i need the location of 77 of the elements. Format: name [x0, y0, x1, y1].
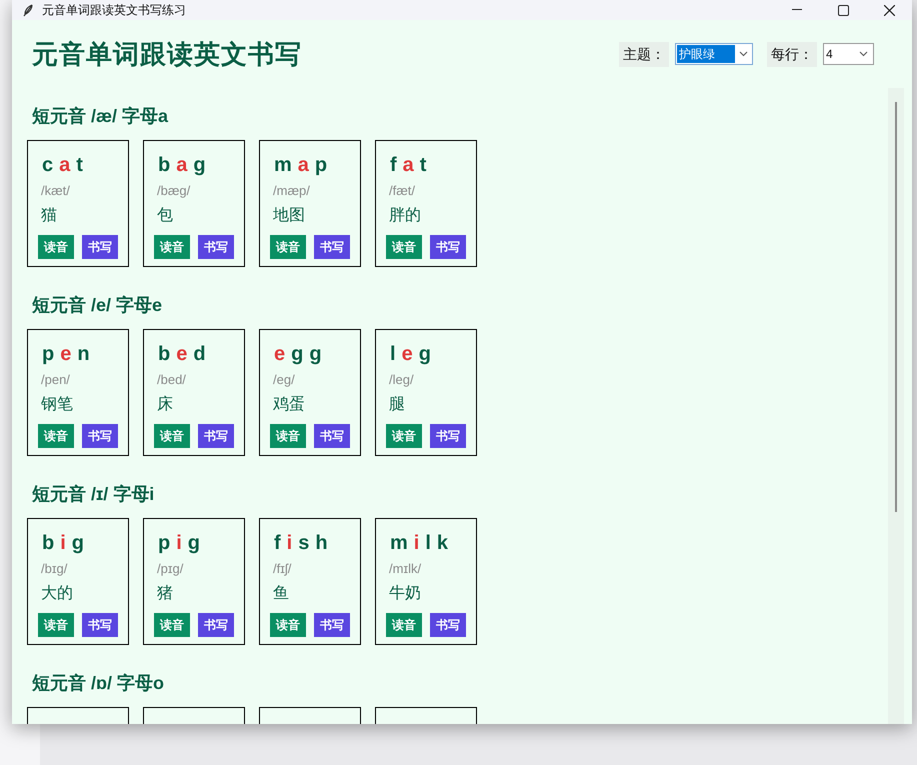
write-button[interactable]: 书写 — [82, 424, 118, 448]
per-row-dropdown[interactable]: 4 — [823, 43, 874, 65]
read-button[interactable]: 读音 — [270, 235, 306, 259]
write-button[interactable]: 书写 — [198, 235, 234, 259]
phonetic: /leg/ — [389, 371, 414, 389]
minimize-icon — [792, 9, 802, 11]
phonetic: /fæt/ — [389, 182, 416, 200]
theme-dropdown[interactable]: 护眼绿 — [675, 43, 753, 65]
read-button[interactable]: 读音 — [386, 424, 422, 448]
write-button[interactable]: 书写 — [82, 613, 118, 637]
word: f i s h — [274, 531, 328, 555]
word: f a t — [390, 153, 426, 177]
word: c a t — [42, 153, 83, 177]
meaning: 地图 — [273, 206, 305, 226]
word: b a g — [158, 153, 206, 177]
meaning: 大的 — [41, 584, 73, 604]
word: b e d — [158, 342, 206, 366]
read-button[interactable]: 读音 — [386, 613, 422, 637]
meaning: 鱼 — [273, 584, 289, 604]
phonetic: /pɪg/ — [157, 560, 184, 578]
write-button[interactable]: 书写 — [314, 613, 350, 637]
maximize-icon — [838, 4, 848, 16]
word: b i g — [42, 531, 84, 555]
meaning: 腿 — [389, 394, 405, 414]
phonetic: /pen/ — [41, 371, 70, 389]
read-button[interactable]: 读音 — [386, 235, 422, 259]
theme-label: 主题： — [619, 42, 669, 66]
section-heading: 短元音 /ɒ/ 字母o — [32, 672, 164, 695]
meaning: 猪 — [157, 584, 173, 604]
write-button[interactable]: 书写 — [430, 613, 466, 637]
read-button[interactable]: 读音 — [154, 424, 190, 448]
phonetic: /mæp/ — [273, 182, 310, 200]
write-button[interactable]: 书写 — [314, 235, 350, 259]
meaning: 牛奶 — [389, 584, 421, 604]
read-button[interactable]: 读音 — [38, 424, 74, 448]
chevron-down-icon — [859, 51, 868, 57]
read-button[interactable]: 读音 — [270, 613, 306, 637]
word: p e n — [42, 342, 90, 366]
meaning: 包 — [157, 206, 173, 226]
chevron-down-icon — [739, 51, 748, 57]
word: e g g — [274, 342, 322, 366]
meaning: 猫 — [41, 206, 57, 226]
read-button[interactable]: 读音 — [154, 235, 190, 259]
write-button[interactable]: 书写 — [82, 235, 118, 259]
word: m i l k — [390, 531, 448, 555]
phonetic: /kæt/ — [41, 182, 70, 200]
meaning: 床 — [157, 394, 173, 414]
per-row-label: 每行： — [767, 42, 817, 66]
write-button[interactable]: 书写 — [430, 424, 466, 448]
phonetic: /mɪlk/ — [389, 560, 422, 578]
window-title: 元音单词跟读英文书写练习 — [42, 2, 186, 19]
phonetic: /bed/ — [157, 371, 186, 389]
section-heading: 短元音 /ɪ/ 字母i — [32, 483, 154, 506]
read-button[interactable]: 读音 — [270, 424, 306, 448]
write-button[interactable]: 书写 — [430, 235, 466, 259]
word: p i g — [158, 531, 200, 555]
write-button[interactable]: 书写 — [198, 613, 234, 637]
read-button[interactable]: 读音 — [38, 613, 74, 637]
meaning: 鸡蛋 — [273, 394, 305, 414]
write-button[interactable]: 书写 — [198, 424, 234, 448]
read-button[interactable]: 读音 — [38, 235, 74, 259]
phonetic: /fɪʃ/ — [273, 560, 292, 578]
close-icon — [884, 4, 894, 16]
phonetic: /bɪg/ — [41, 560, 68, 578]
section-heading: 短元音 /æ/ 字母a — [32, 105, 168, 128]
phonetic: /bæg/ — [157, 182, 190, 200]
scrollbar[interactable] — [888, 88, 904, 724]
write-button[interactable]: 书写 — [314, 424, 350, 448]
section-heading: 短元音 /e/ 字母e — [32, 294, 162, 317]
page-heading: 元音单词跟读英文书写 — [32, 38, 302, 70]
word: m a p — [274, 153, 328, 177]
word: l e g — [390, 342, 431, 366]
meaning: 钢笔 — [41, 394, 73, 414]
feather-icon — [22, 4, 34, 16]
phonetic: /eg/ — [273, 371, 295, 389]
meaning: 胖的 — [389, 206, 421, 226]
read-button[interactable]: 读音 — [154, 613, 190, 637]
